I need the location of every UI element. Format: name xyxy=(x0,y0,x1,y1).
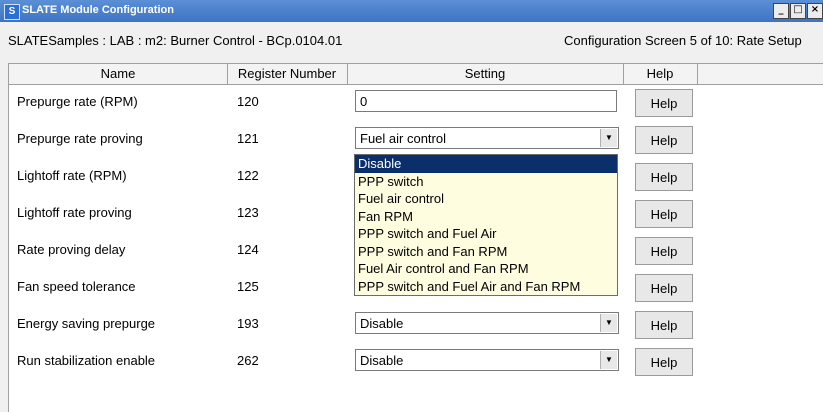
dropdown-option[interactable]: PPP switch and Fuel Air and Fan RPM xyxy=(355,278,617,296)
screen-indicator: Configuration Screen 5 of 10: Rate Setup xyxy=(564,33,802,48)
register-number: 193 xyxy=(237,316,259,331)
maximize-button[interactable]: □ xyxy=(790,3,806,19)
chevron-down-icon[interactable]: ▼ xyxy=(600,351,617,369)
title-bar: S SLATE Module Configuration _ □ × xyxy=(0,0,823,22)
module-path: SLATESamples : LAB : m2: Burner Control … xyxy=(8,33,343,48)
column-header-setting[interactable]: Setting xyxy=(347,64,624,84)
table-row: Prepurge rate (RPM) 120 Help xyxy=(9,85,823,122)
register-number: 124 xyxy=(237,242,259,257)
run-stabilization-select[interactable]: Disable ▼ xyxy=(355,349,619,371)
help-button[interactable]: Help xyxy=(635,348,693,376)
select-value: Disable xyxy=(360,316,404,331)
dropdown-option[interactable]: PPP switch xyxy=(355,173,617,191)
register-number: 120 xyxy=(237,94,259,109)
app-icon: S xyxy=(4,4,20,20)
setting-name: Run stabilization enable xyxy=(17,353,156,368)
register-number: 125 xyxy=(237,279,259,294)
dropdown-option[interactable]: Fan RPM xyxy=(355,208,617,226)
select-value: Disable xyxy=(360,353,404,368)
close-button[interactable]: × xyxy=(807,3,823,19)
help-button[interactable]: Help xyxy=(635,311,693,339)
help-button[interactable]: Help xyxy=(635,200,693,228)
table-row: Energy saving prepurge 193 Disable ▼ Hel… xyxy=(9,307,823,344)
register-number: 121 xyxy=(237,131,259,146)
help-button[interactable]: Help xyxy=(635,163,693,191)
setting-name: Lightoff rate proving xyxy=(17,205,132,220)
energy-saving-prepurge-select[interactable]: Disable ▼ xyxy=(355,312,619,334)
prepurge-rate-proving-select[interactable]: Fuel air control ▼ xyxy=(355,127,619,149)
setting-name: Fan speed tolerance xyxy=(17,279,136,294)
info-bar: SLATESamples : LAB : m2: Burner Control … xyxy=(0,22,823,58)
dropdown-option[interactable]: Disable xyxy=(355,155,617,173)
dropdown-option[interactable]: PPP switch and Fan RPM xyxy=(355,243,617,261)
window-controls: _ □ × xyxy=(772,3,823,19)
setting-name: Rate proving delay xyxy=(17,242,126,257)
minimize-button[interactable]: _ xyxy=(773,3,789,19)
dropdown-option[interactable]: Fuel air control xyxy=(355,190,617,208)
select-value: Fuel air control xyxy=(360,131,446,146)
register-number: 122 xyxy=(237,168,259,183)
grid-header: Name Register Number Setting Help xyxy=(9,64,823,85)
dropdown-option[interactable]: PPP switch and Fuel Air xyxy=(355,225,617,243)
table-row: Run stabilization enable 262 Disable ▼ H… xyxy=(9,344,823,381)
setting-name: Prepurge rate proving xyxy=(17,131,143,146)
column-header-name[interactable]: Name xyxy=(9,64,228,84)
help-button[interactable]: Help xyxy=(635,237,693,265)
register-number: 262 xyxy=(237,353,259,368)
setting-name: Energy saving prepurge xyxy=(17,316,156,331)
prepurge-rate-input[interactable] xyxy=(355,90,617,112)
setting-name: Lightoff rate (RPM) xyxy=(17,168,127,183)
window-title: SLATE Module Configuration xyxy=(22,4,174,16)
setting-name: Prepurge rate (RPM) xyxy=(17,94,138,109)
chevron-down-icon[interactable]: ▼ xyxy=(600,129,617,147)
register-number: 123 xyxy=(237,205,259,220)
help-button[interactable]: Help xyxy=(635,126,693,154)
help-button[interactable]: Help xyxy=(635,274,693,302)
prepurge-rate-proving-dropdown: Disable PPP switch Fuel air control Fan … xyxy=(354,154,618,296)
column-header-help[interactable]: Help xyxy=(623,64,698,84)
chevron-down-icon[interactable]: ▼ xyxy=(600,314,617,332)
help-button[interactable]: Help xyxy=(635,89,693,117)
dropdown-option[interactable]: Fuel Air control and Fan RPM xyxy=(355,260,617,278)
column-header-register[interactable]: Register Number xyxy=(227,64,348,84)
